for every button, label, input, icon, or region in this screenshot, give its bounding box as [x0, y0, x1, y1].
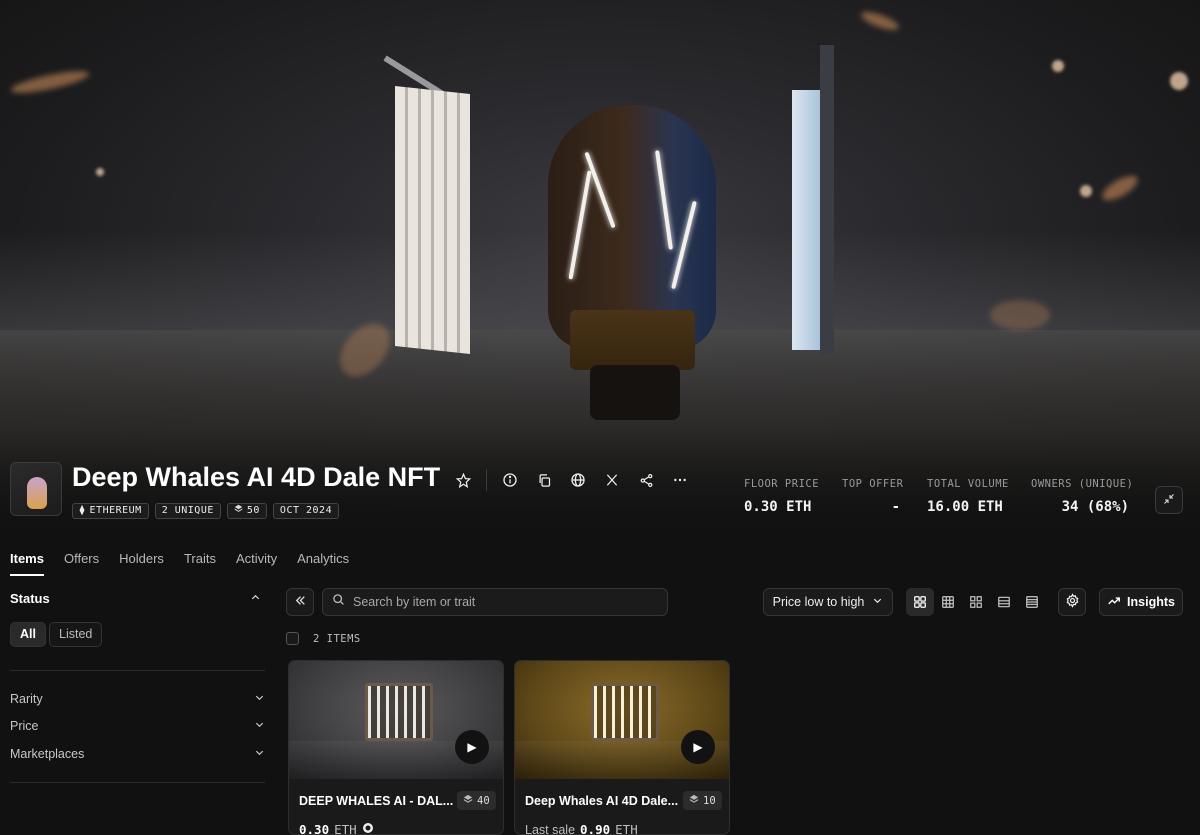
- gear-icon: [1065, 593, 1080, 611]
- status-filter-title[interactable]: Status: [10, 591, 50, 606]
- stat-floor-price: FLOOR PRICE 0.30 ETH: [744, 478, 820, 515]
- collapse-sidebar-button[interactable]: [286, 588, 314, 616]
- stat-total-volume: TOTAL VOLUME 16.00 ETH: [927, 478, 1009, 515]
- play-button[interactable]: ▶: [455, 730, 489, 764]
- item-image: ▶: [289, 661, 503, 779]
- collection-actions: [446, 466, 697, 494]
- insights-button[interactable]: Insights: [1099, 588, 1183, 616]
- x-icon[interactable]: [595, 466, 629, 494]
- layers-icon: [463, 794, 473, 807]
- items-count: 2 ITEMS: [313, 632, 361, 645]
- filter-rarity[interactable]: Rarity: [10, 692, 265, 706]
- search-box[interactable]: [322, 588, 668, 616]
- items-header: 2 ITEMS: [286, 632, 361, 645]
- item-image: ▶: [515, 661, 729, 779]
- view-mode-group: [906, 588, 1046, 616]
- tab-activity[interactable]: Activity: [236, 551, 277, 576]
- layers-icon: [234, 504, 243, 518]
- tab-analytics[interactable]: Analytics: [297, 551, 349, 576]
- play-button[interactable]: ▶: [681, 730, 715, 764]
- trend-icon: [1107, 594, 1121, 611]
- marketplace-icon: [362, 822, 374, 834]
- chevron-up-icon[interactable]: [250, 592, 261, 606]
- star-icon[interactable]: [446, 466, 480, 494]
- collection-chips: ⧫ ETHEREUM 2 UNIQUE 50 OCT 2024: [72, 503, 340, 519]
- tab-holders[interactable]: Holders: [119, 551, 164, 576]
- stat-owners: OWNERS (UNIQUE) 34 (68%): [1031, 478, 1134, 515]
- collection-title: Deep Whales AI 4D Dale NFT: [72, 462, 441, 492]
- stat-top-offer: TOP OFFER -: [842, 478, 904, 515]
- sort-dropdown[interactable]: Price low to high: [763, 588, 893, 616]
- status-all-button[interactable]: All: [10, 622, 46, 647]
- item-name: DEEP WHALES AI - DAL...: [299, 794, 454, 808]
- minimize-icon: [1163, 493, 1175, 508]
- mosaic-view-button[interactable]: [962, 588, 990, 616]
- info-icon[interactable]: [493, 466, 527, 494]
- share-icon[interactable]: [629, 466, 663, 494]
- filter-price[interactable]: Price: [10, 719, 265, 733]
- select-all-checkbox[interactable]: [286, 632, 299, 645]
- globe-icon[interactable]: [561, 466, 595, 494]
- play-icon: ▶: [467, 740, 477, 754]
- chevron-down-icon: [872, 595, 883, 609]
- item-price: 0.30 ETH: [299, 822, 374, 834]
- chevron-down-icon: [254, 719, 265, 733]
- tab-offers[interactable]: Offers: [64, 551, 99, 576]
- item-count-badge: 10: [683, 791, 722, 810]
- status-listed-button[interactable]: Listed: [49, 622, 103, 647]
- grid-large-view-button[interactable]: [906, 588, 934, 616]
- collection-banner: [0, 0, 1200, 530]
- collection-tabs: Items Offers Holders Traits Activity Ana…: [10, 551, 369, 576]
- tab-items[interactable]: Items: [10, 551, 44, 576]
- item-card[interactable]: ▶ Deep Whales AI 4D Dale... 10 Last sale…: [514, 660, 730, 835]
- collapse-header-button[interactable]: [1155, 486, 1183, 514]
- settings-button[interactable]: [1058, 588, 1086, 616]
- item-last-sale: Last sale 0.90 ETH: [525, 822, 638, 835]
- supply-chip: 50: [226, 503, 267, 519]
- date-chip: OCT 2024: [272, 503, 340, 519]
- play-icon: ▶: [693, 740, 703, 754]
- unique-chip: 2 UNIQUE: [154, 503, 221, 519]
- divider: [10, 782, 265, 783]
- collection-avatar: [10, 462, 62, 516]
- chevron-down-icon: [254, 747, 265, 761]
- grid-small-view-button[interactable]: [934, 588, 962, 616]
- table-view-button[interactable]: [1018, 588, 1046, 616]
- more-icon[interactable]: [663, 466, 697, 494]
- chain-chip: ⧫ ETHEREUM: [72, 503, 149, 519]
- ethereum-icon: ⧫: [79, 505, 86, 516]
- item-count-badge: 40: [457, 791, 496, 810]
- search-input[interactable]: [353, 595, 653, 609]
- layers-icon: [689, 794, 699, 807]
- search-icon: [332, 593, 345, 611]
- tab-traits[interactable]: Traits: [184, 551, 216, 576]
- item-name: Deep Whales AI 4D Dale...: [525, 794, 679, 808]
- divider: [10, 670, 265, 671]
- chevron-down-icon: [254, 692, 265, 706]
- item-card[interactable]: ▶ DEEP WHALES AI - DAL... 40 0.30 ETH: [288, 660, 504, 835]
- double-chevron-left-icon: [294, 594, 307, 610]
- copy-icon[interactable]: [527, 466, 561, 494]
- filter-marketplaces[interactable]: Marketplaces: [10, 747, 265, 761]
- list-view-button[interactable]: [990, 588, 1018, 616]
- divider: [486, 469, 487, 491]
